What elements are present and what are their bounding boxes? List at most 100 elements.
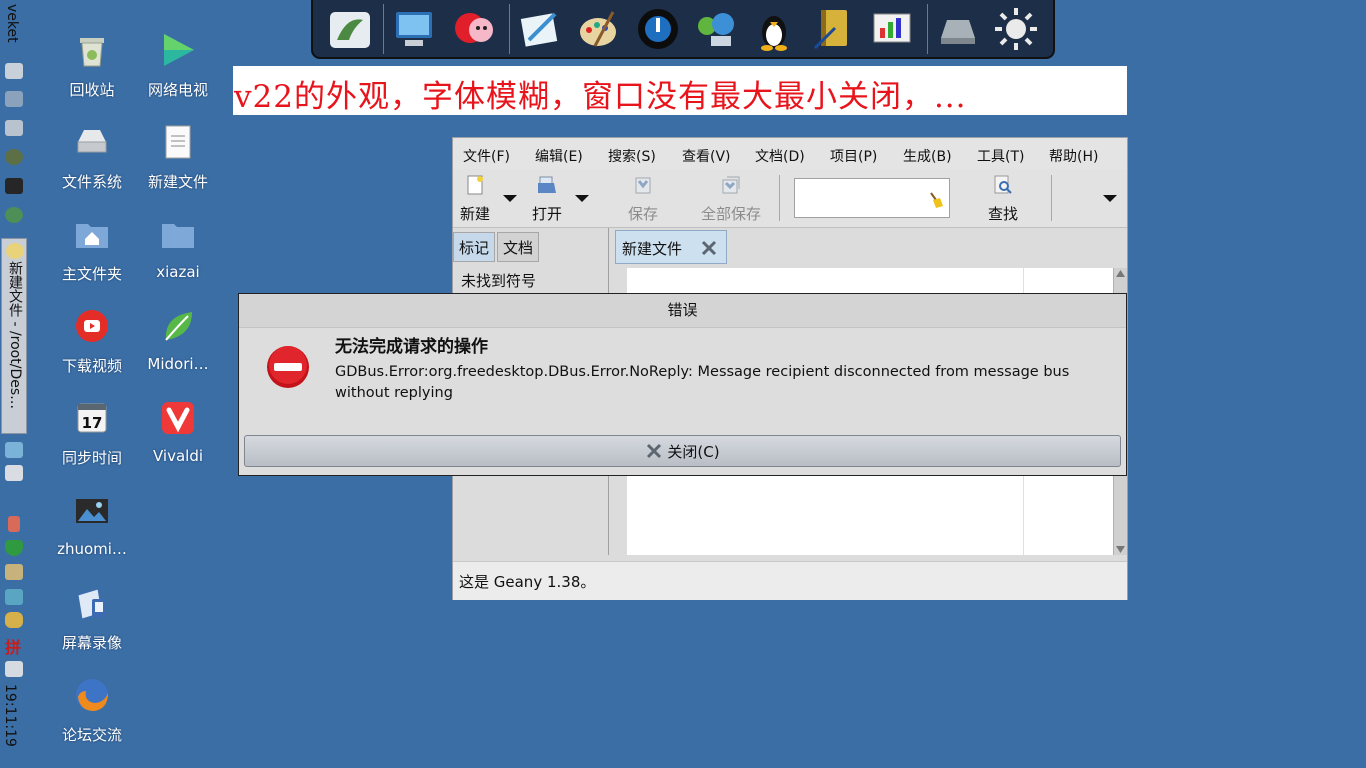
desktop-icon-label: 网络电视 <box>147 81 208 99</box>
find-icon <box>994 175 1012 194</box>
weather-sun-icon[interactable] <box>991 4 1041 54</box>
error-dialog: 错误 无法完成请求的操作 GDBus.Error:org.freedesktop… <box>238 293 1127 476</box>
video-play-icon <box>76 310 108 342</box>
tray-app-icon[interactable] <box>5 63 23 79</box>
calendar-icon: 17 <box>77 403 107 433</box>
open-dropdown-arrow[interactable] <box>575 195 589 202</box>
menu-file[interactable]: 文件(F) <box>463 146 510 166</box>
toolbar-separator <box>1051 175 1052 221</box>
desktop-icon-label: 同步时间 <box>61 449 122 467</box>
menu-help[interactable]: 帮助(H) <box>1049 146 1098 166</box>
save-button-label: 保存 <box>627 205 658 223</box>
pet-cat-icon[interactable] <box>449 4 499 54</box>
desktop-icon[interactable] <box>5 442 23 458</box>
clock: 19:11:19 <box>2 684 18 747</box>
dialog-message: GDBus.Error:org.freedesktop.DBus.Error.N… <box>335 364 1070 401</box>
home-folder-icon <box>76 224 108 248</box>
scroll-down-arrow-icon[interactable] <box>1115 545 1126 554</box>
desktop-icon-label: 文件系统 <box>61 173 122 191</box>
desktop-icon-home-folder[interactable]: 主文件夹 <box>49 194 135 283</box>
desktop-icon-trash[interactable]: 回收站 <box>49 10 135 99</box>
clipboard-icon[interactable] <box>5 564 23 580</box>
close-button[interactable]: 关闭(C) <box>244 435 1121 467</box>
settings-tool-icon[interactable] <box>5 120 23 136</box>
play-icon[interactable] <box>5 149 23 165</box>
save-button[interactable]: 保存 <box>623 173 663 225</box>
save-all-button-label: 全部保存 <box>700 205 761 223</box>
paint-icon[interactable] <box>573 4 623 54</box>
volume-icon[interactable] <box>5 661 23 677</box>
tab-symbols[interactable]: 标记 <box>453 232 496 262</box>
battery-icon[interactable] <box>8 516 20 532</box>
save-icon <box>635 177 651 194</box>
notebook-icon[interactable] <box>809 4 859 54</box>
dock-separator <box>509 4 510 54</box>
terminal-icon[interactable] <box>5 178 23 194</box>
search-input[interactable] <box>794 178 950 218</box>
network-icon[interactable] <box>691 4 741 54</box>
editor-tab[interactable]: 新建文件 <box>615 230 727 264</box>
dialog-title: 错误 <box>239 294 1126 328</box>
close-x-icon <box>647 443 662 459</box>
menu-search[interactable]: 搜索(S) <box>608 146 656 166</box>
desktop-icon-sync-time[interactable]: 17 同步时间 <box>49 378 135 467</box>
desktop-icon-xiazai[interactable]: xiazai <box>135 194 221 282</box>
new-button-label: 新建 <box>459 205 490 223</box>
menu-view[interactable]: 查看(V) <box>682 146 731 166</box>
scroll-up-arrow-icon[interactable] <box>1115 269 1126 278</box>
database-icon[interactable] <box>5 612 23 628</box>
drive-icon[interactable] <box>933 4 983 54</box>
desktop-icon-forum[interactable]: 论坛交流 <box>49 655 135 744</box>
desktop-icon-label: 论坛交流 <box>61 726 122 744</box>
find-button[interactable]: 查找 <box>983 173 1023 225</box>
menu-tools[interactable]: 工具(T) <box>977 146 1024 166</box>
menu-project[interactable]: 项目(P) <box>830 146 877 166</box>
clear-broom-icon[interactable] <box>927 191 945 209</box>
new-dropdown-arrow[interactable] <box>503 195 517 202</box>
open-button[interactable]: 打开 <box>529 173 565 225</box>
desktop-icon-screen-record[interactable]: 屏幕录像 <box>49 563 135 652</box>
desktop-icon-filesystem[interactable]: 文件系统 <box>49 102 135 191</box>
calendar-day: 17 <box>82 414 103 432</box>
toolbar-overflow-arrow[interactable] <box>1103 195 1117 202</box>
menu-document[interactable]: 文档(D) <box>755 146 805 166</box>
close-button-label: 关闭(C) <box>667 442 720 461</box>
menu-build[interactable]: 生成(B) <box>903 146 952 166</box>
drawing-app-icon[interactable] <box>325 4 375 54</box>
new-button[interactable]: 新建 <box>457 173 493 225</box>
desktop-icon-label: xiazai <box>156 263 200 281</box>
find-button-label: 查找 <box>987 205 1018 223</box>
monitor-icon[interactable] <box>5 91 23 107</box>
keyboard-icon[interactable] <box>5 465 23 481</box>
save-all-button[interactable]: 全部保存 <box>697 173 765 225</box>
desktop-icon-midori[interactable]: Midori… <box>135 286 221 374</box>
annotation-banner: v22的外观，字体模糊，窗口没有最大最小关闭，... <box>233 66 1127 115</box>
image-icon <box>76 499 108 523</box>
close-tab-icon[interactable] <box>700 239 718 257</box>
play-triangle-icon <box>164 34 194 66</box>
launcher-dock <box>311 0 1055 59</box>
desktop-icon-new-file[interactable]: 新建文件 <box>135 102 221 191</box>
linux-penguin-icon[interactable] <box>749 4 799 54</box>
shield-icon[interactable] <box>5 540 23 556</box>
document-icon <box>165 125 191 159</box>
toolbar-separator <box>779 175 780 221</box>
computer-icon[interactable] <box>389 4 439 54</box>
desktop-icon-vivaldi[interactable]: Vivaldi <box>135 378 221 466</box>
desktop-icon-zhuomian[interactable]: zhuomi… <box>49 471 135 559</box>
network-tray-icon[interactable] <box>5 589 23 605</box>
tab-documents[interactable]: 文档 <box>497 232 540 262</box>
media-player-icon[interactable] <box>633 4 683 54</box>
task-window-button[interactable]: 新建文件 - /root/Des… <box>1 238 27 434</box>
desktop-icon-label: 主文件夹 <box>61 265 122 283</box>
globe-icon[interactable] <box>5 207 23 223</box>
app-face-icon <box>6 243 24 259</box>
desktop-icon-download-video[interactable]: 下载视频 <box>49 286 135 375</box>
desktop-icon-label: 屏幕录像 <box>61 634 122 652</box>
presentation-icon[interactable] <box>867 4 917 54</box>
menu-edit[interactable]: 编辑(E) <box>535 146 583 166</box>
taskbar-app-name[interactable]: veket <box>4 4 20 43</box>
desktop-icon-network-tv[interactable]: 网络电视 <box>135 10 221 99</box>
text-editor-icon[interactable] <box>515 4 565 54</box>
input-method-indicator[interactable]: 拼 <box>5 634 21 658</box>
